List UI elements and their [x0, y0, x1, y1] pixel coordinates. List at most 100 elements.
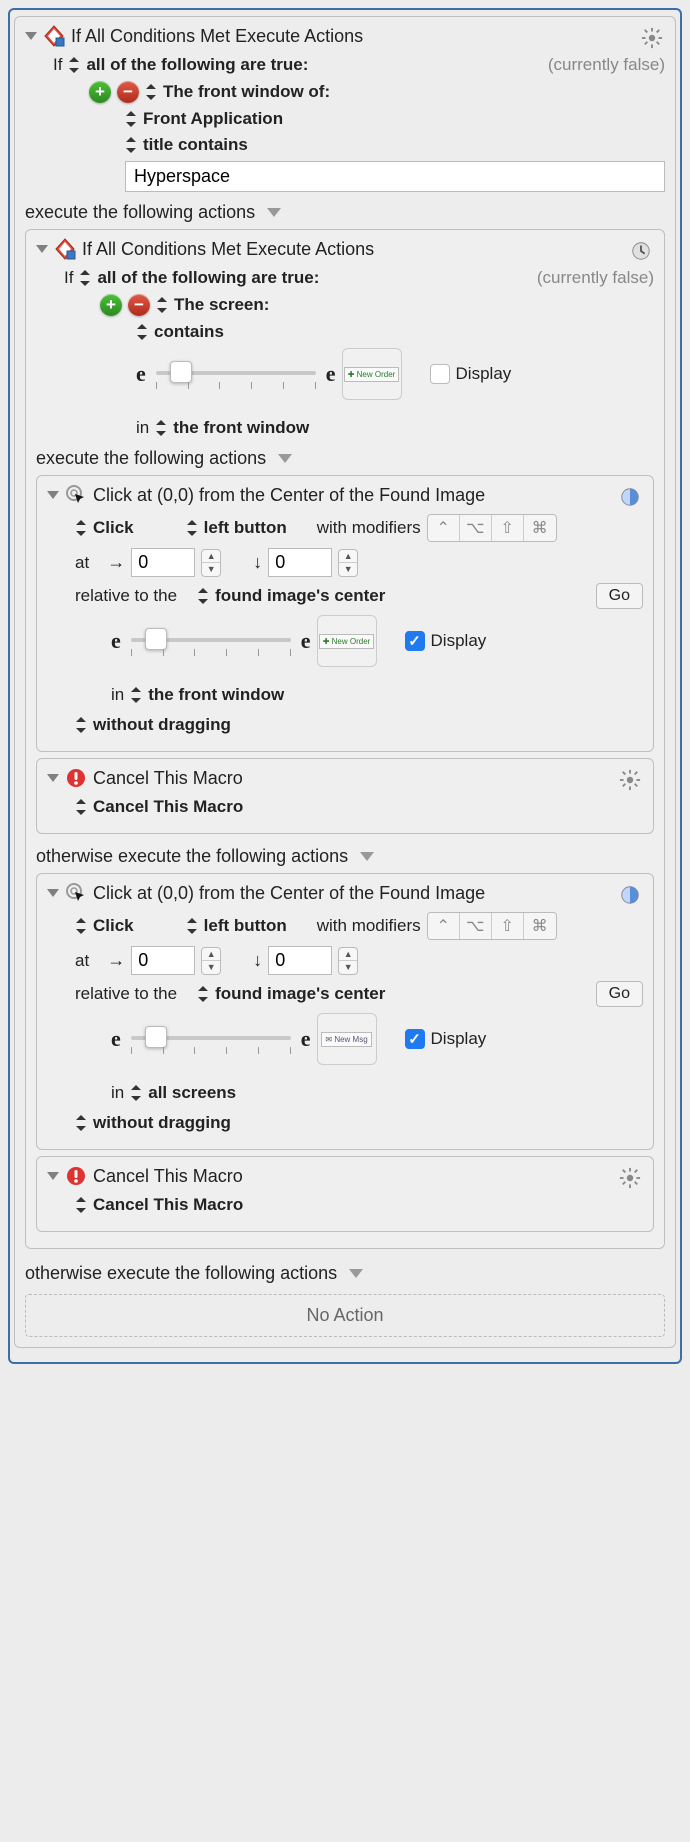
- gear-progress-icon[interactable]: [617, 882, 643, 908]
- selector-icon[interactable]: [156, 297, 168, 313]
- selector-icon[interactable]: [197, 986, 209, 1002]
- image-well[interactable]: ✚ New Order: [342, 348, 402, 400]
- selector-icon[interactable]: [79, 270, 91, 286]
- selector-icon[interactable]: [75, 520, 87, 536]
- go-button[interactable]: Go: [596, 583, 643, 609]
- in-label: in: [111, 685, 124, 705]
- fuzziness-slider[interactable]: e e: [136, 359, 336, 389]
- go-button[interactable]: Go: [596, 981, 643, 1007]
- no-action-placeholder[interactable]: No Action: [25, 1294, 665, 1337]
- scope-selector[interactable]: the front window: [173, 418, 309, 438]
- add-condition-button[interactable]: +: [100, 294, 122, 316]
- image-well[interactable]: ✉ New Msg: [317, 1013, 377, 1065]
- otherwise-label: otherwise execute the following actions: [25, 1263, 337, 1284]
- fuzziness-slider[interactable]: e e: [111, 626, 311, 656]
- cancel-option[interactable]: Cancel This Macro: [93, 1195, 243, 1215]
- in-label: in: [111, 1083, 124, 1103]
- y-stepper[interactable]: ▲▼: [338, 947, 358, 975]
- match-mode[interactable]: all of the following are true:: [97, 268, 319, 288]
- condition-subject[interactable]: The screen:: [174, 295, 269, 315]
- remove-condition-button[interactable]: −: [117, 81, 139, 103]
- y-offset-input[interactable]: [268, 946, 332, 975]
- alert-icon: [65, 1165, 87, 1187]
- shift-key-toggle[interactable]: ⇧: [492, 913, 524, 939]
- section-disclosure-icon[interactable]: [349, 1269, 363, 1278]
- selector-icon[interactable]: [125, 111, 137, 127]
- execute-label: execute the following actions: [25, 202, 255, 223]
- control-key-toggle[interactable]: ⌃: [428, 515, 460, 541]
- selector-icon[interactable]: [75, 918, 87, 934]
- selector-icon[interactable]: [136, 324, 148, 340]
- disclosure-icon[interactable]: [36, 245, 48, 253]
- section-disclosure-icon[interactable]: [278, 454, 292, 463]
- disclosure-icon[interactable]: [25, 32, 37, 40]
- condition-predicate[interactable]: title contains: [143, 135, 248, 155]
- gear-progress-icon[interactable]: [617, 484, 643, 510]
- disclosure-icon[interactable]: [47, 1172, 59, 1180]
- drag-mode[interactable]: without dragging: [93, 715, 231, 735]
- mouse-button[interactable]: left button: [204, 518, 287, 538]
- x-offset-input[interactable]: [131, 946, 195, 975]
- add-condition-button[interactable]: +: [89, 81, 111, 103]
- x-stepper[interactable]: ▲▼: [201, 549, 221, 577]
- y-offset-input[interactable]: [268, 548, 332, 577]
- shift-key-toggle[interactable]: ⇧: [492, 515, 524, 541]
- selector-icon[interactable]: [75, 1115, 87, 1131]
- disclosure-icon[interactable]: [47, 889, 59, 897]
- command-key-toggle[interactable]: ⌘: [524, 913, 556, 939]
- remove-condition-button[interactable]: −: [128, 294, 150, 316]
- selector-icon[interactable]: [130, 687, 142, 703]
- selector-icon[interactable]: [125, 137, 137, 153]
- drag-mode[interactable]: without dragging: [93, 1113, 231, 1133]
- selector-icon[interactable]: [197, 588, 209, 604]
- down-arrow-icon: ↓: [253, 552, 262, 573]
- option-key-toggle[interactable]: ⌥: [460, 515, 492, 541]
- condition-predicate[interactable]: contains: [154, 322, 224, 342]
- display-checkbox[interactable]: [405, 631, 425, 651]
- control-key-toggle[interactable]: ⌃: [428, 913, 460, 939]
- selector-icon[interactable]: [75, 799, 87, 815]
- selector-icon[interactable]: [186, 520, 198, 536]
- right-arrow-icon: →: [107, 950, 125, 971]
- section-disclosure-icon[interactable]: [267, 208, 281, 217]
- selector-icon[interactable]: [186, 918, 198, 934]
- image-well[interactable]: ✚ New Order: [317, 615, 377, 667]
- selector-icon[interactable]: [155, 420, 167, 436]
- disclosure-icon[interactable]: [47, 491, 59, 499]
- condition-status: (currently false): [537, 268, 654, 288]
- gear-icon[interactable]: [617, 767, 643, 793]
- x-offset-input[interactable]: [131, 548, 195, 577]
- selector-icon[interactable]: [68, 57, 80, 73]
- relative-target[interactable]: found image's center: [215, 586, 385, 606]
- click-type[interactable]: Click: [93, 518, 134, 538]
- selector-icon[interactable]: [75, 1197, 87, 1213]
- condition-app[interactable]: Front Application: [143, 109, 283, 129]
- relative-target[interactable]: found image's center: [215, 984, 385, 1004]
- click-type[interactable]: Click: [93, 916, 134, 936]
- gear-icon[interactable]: [617, 1165, 643, 1191]
- condition-subject[interactable]: The front window of:: [163, 82, 330, 102]
- scope-selector[interactable]: the front window: [148, 685, 284, 705]
- relative-label: relative to the: [75, 586, 177, 606]
- e-sharp-icon: e: [301, 1026, 311, 1052]
- cancel-option[interactable]: Cancel This Macro: [93, 797, 243, 817]
- gear-timed-icon[interactable]: [628, 238, 654, 264]
- match-mode[interactable]: all of the following are true:: [86, 55, 308, 75]
- fuzziness-slider[interactable]: e e: [111, 1024, 311, 1054]
- command-key-toggle[interactable]: ⌘: [524, 515, 556, 541]
- selector-icon[interactable]: [130, 1085, 142, 1101]
- selector-icon[interactable]: [75, 717, 87, 733]
- if-label: If: [64, 268, 73, 288]
- disclosure-icon[interactable]: [47, 774, 59, 782]
- selector-icon[interactable]: [145, 84, 157, 100]
- x-stepper[interactable]: ▲▼: [201, 947, 221, 975]
- condition-value-input[interactable]: [125, 161, 665, 192]
- scope-selector[interactable]: all screens: [148, 1083, 236, 1103]
- option-key-toggle[interactable]: ⌥: [460, 913, 492, 939]
- mouse-button[interactable]: left button: [204, 916, 287, 936]
- display-checkbox[interactable]: [430, 364, 450, 384]
- display-checkbox[interactable]: [405, 1029, 425, 1049]
- y-stepper[interactable]: ▲▼: [338, 549, 358, 577]
- section-disclosure-icon[interactable]: [360, 852, 374, 861]
- gear-icon[interactable]: [639, 25, 665, 51]
